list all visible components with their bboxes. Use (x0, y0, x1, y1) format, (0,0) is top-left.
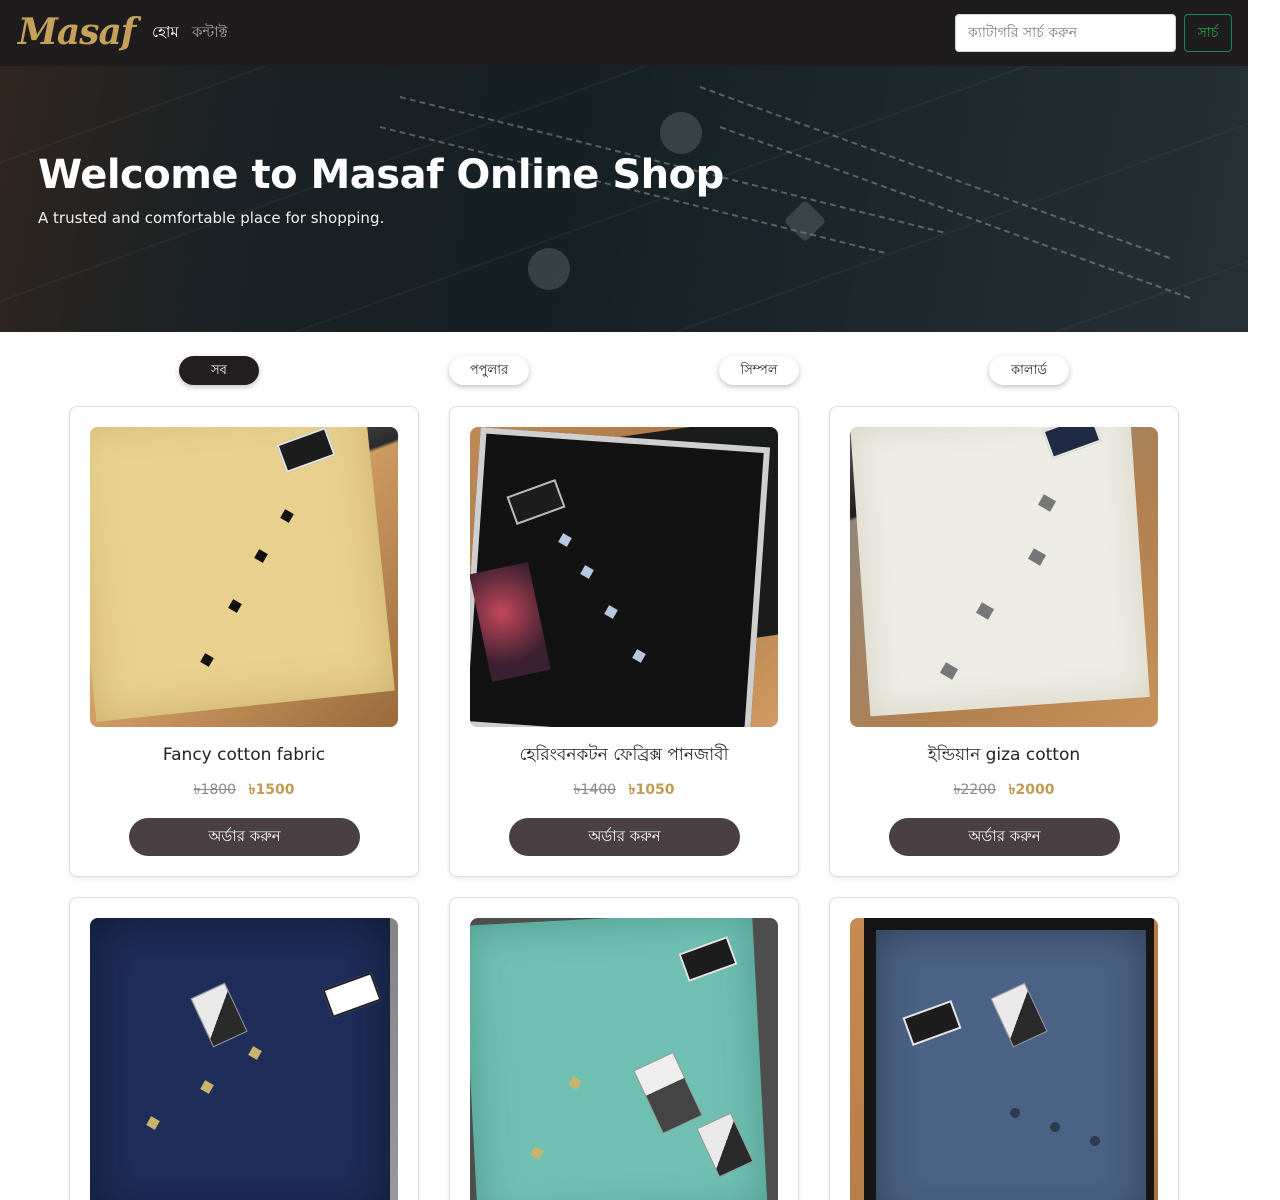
product-garment (90, 427, 395, 722)
hero-fabric-button (528, 248, 570, 290)
product-image[interactable] (470, 918, 778, 1200)
search-button[interactable]: সার্চ (1184, 14, 1232, 52)
order-button[interactable]: অর্ডার করুন (889, 818, 1120, 856)
product-image[interactable] (90, 427, 398, 727)
hero-fabric-stitch (719, 126, 1191, 299)
product-garment (90, 918, 390, 1200)
old-price: ৳2200 (953, 782, 997, 798)
hero-title: Welcome to Masaf Online Shop (38, 152, 724, 198)
product-card (829, 897, 1179, 1200)
nav-home-link[interactable]: হোম (152, 22, 179, 42)
brand-logo[interactable]: Masaf (18, 8, 136, 56)
price-row: ৳1800 ৳1500 (70, 781, 418, 799)
filter-simple-button[interactable]: সিম্পল (719, 356, 799, 385)
product-garment (876, 930, 1146, 1200)
filter-all-button[interactable]: সব (179, 356, 259, 385)
new-price: ৳1050 (628, 782, 675, 798)
product-title: Fancy cotton fabric (162, 745, 326, 765)
hero-fabric-stitch (699, 86, 1171, 259)
new-price: ৳1500 (248, 782, 295, 798)
product-garment (850, 427, 1150, 717)
product-image[interactable] (470, 427, 778, 727)
product-image[interactable] (850, 918, 1158, 1200)
product-card (69, 897, 419, 1200)
price-row: ৳1400 ৳1050 (450, 781, 798, 799)
product-card: হেরিংবনকটন ফেব্রিক্স পানজাবী ৳1400 ৳1050… (449, 406, 799, 877)
top-navbar: Masaf হোম কন্টাক্ট সার্চ (0, 0, 1248, 66)
hero-subtitle: A trusted and comfortable place for shop… (38, 209, 385, 227)
filter-popular-button[interactable]: পপুলার (449, 356, 529, 385)
product-image[interactable] (850, 427, 1158, 727)
product-title: হেরিংবনকটন ফেব্রিক্স পানজাবী (519, 745, 729, 765)
product-card: Fancy cotton fabric ৳1800 ৳1500 অর্ডার ক… (69, 406, 419, 877)
old-price: ৳1400 (573, 782, 617, 798)
order-button[interactable]: অর্ডার করুন (509, 818, 740, 856)
category-search-input[interactable] (955, 14, 1176, 52)
hero-fabric-button (660, 112, 702, 154)
nav-contact-link[interactable]: কন্টাক্ট (192, 22, 228, 42)
order-button[interactable]: অর্ডার করুন (129, 818, 360, 856)
product-card (449, 897, 799, 1200)
product-image[interactable] (90, 918, 398, 1200)
old-price: ৳1800 (193, 782, 237, 798)
product-title: ইন্ডিয়ান giza cotton (927, 745, 1081, 765)
price-row: ৳2200 ৳2000 (830, 781, 1178, 799)
product-card: ইন্ডিয়ান giza cotton ৳2200 ৳2000 অর্ডার… (829, 406, 1179, 877)
hero-banner: Welcome to Masaf Online Shop A trusted a… (0, 66, 1248, 332)
new-price: ৳2000 (1008, 782, 1055, 798)
filter-colored-button[interactable]: কালার্ড (989, 356, 1069, 385)
